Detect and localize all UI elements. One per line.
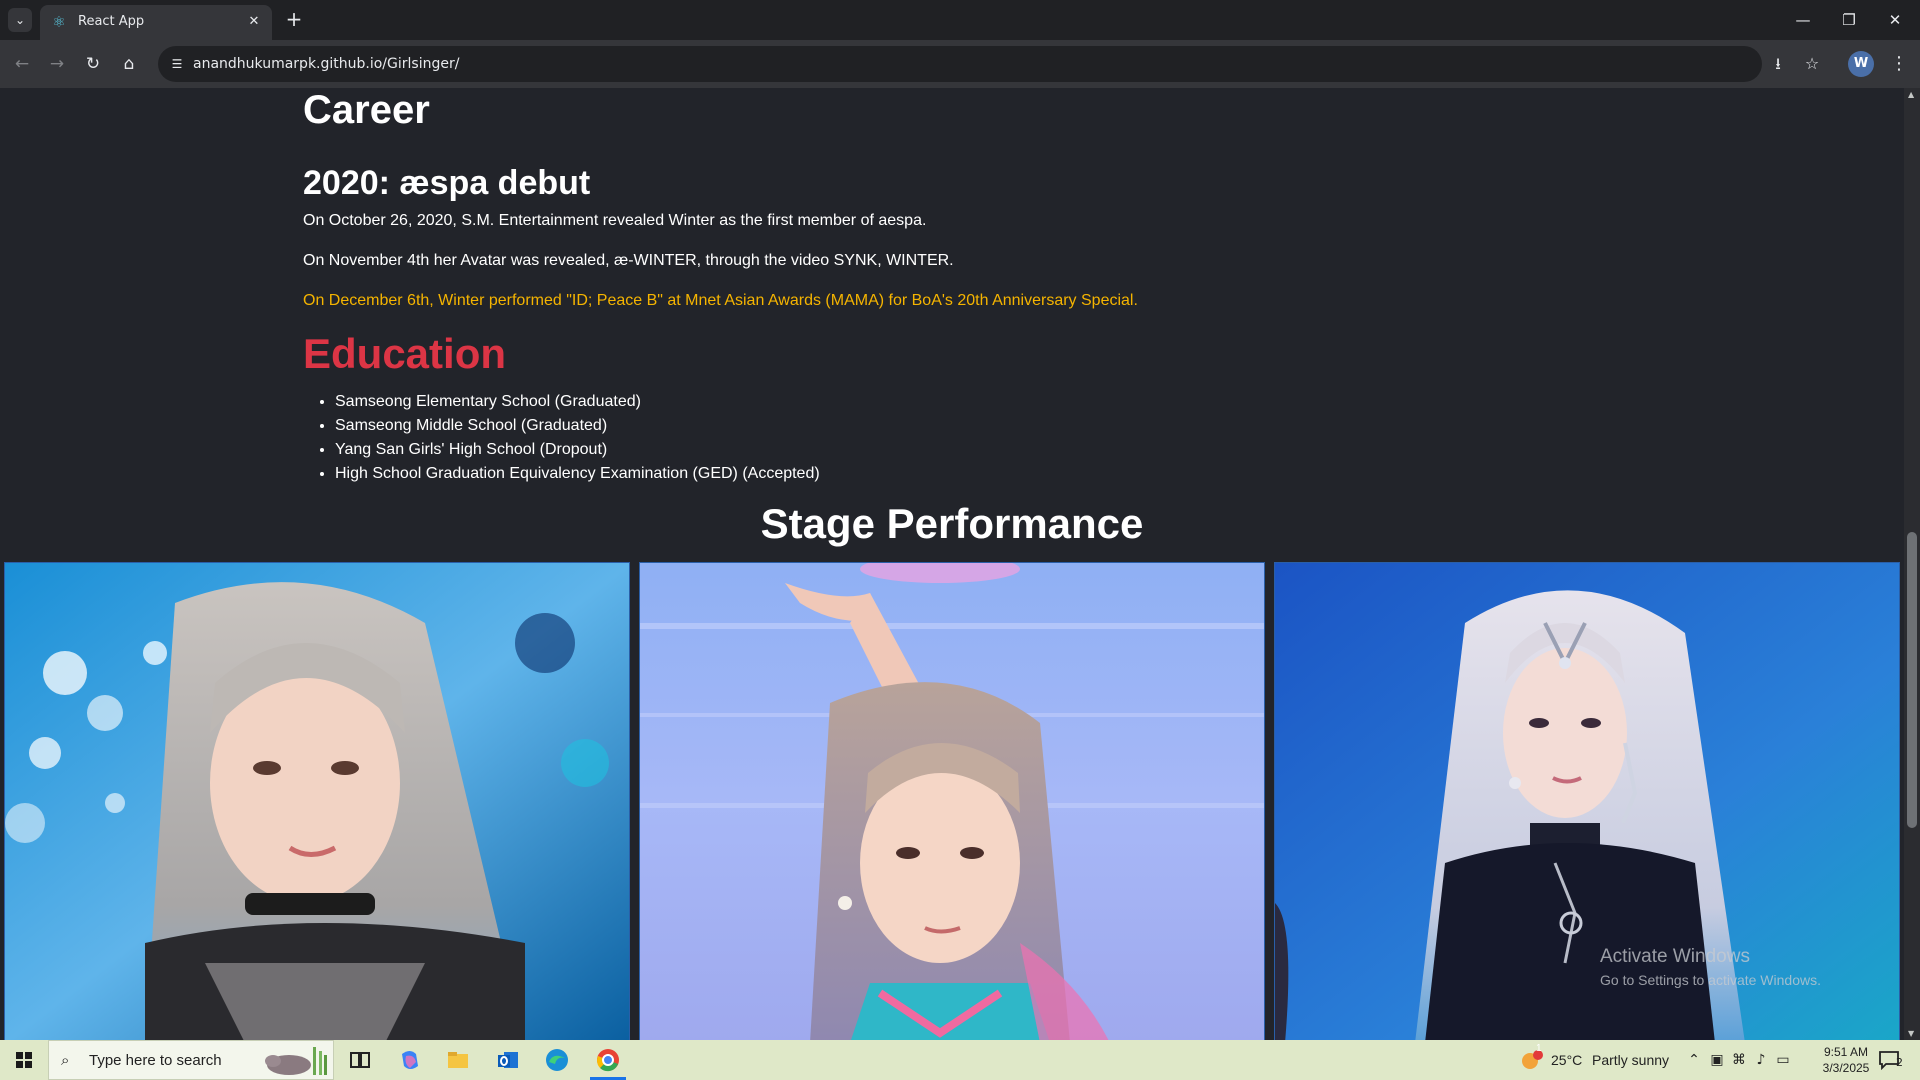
display-icon[interactable]: ▭ [1773,1050,1793,1070]
tab-react-app[interactable]: ⚛ React App ✕ [40,5,272,40]
address-bar[interactable]: ☰ anandhukumarpk.github.io/Girlsinger/ ⭳ [158,46,1781,82]
meet-now-icon[interactable]: ▣ [1707,1050,1727,1070]
taskbar-search-placeholder: Type here to search [89,1052,222,1069]
volume-icon[interactable]: ♪ [1751,1050,1771,1070]
scroll-up-arrow-icon[interactable]: ▲ [1908,90,1914,99]
career-paragraph-3: On December 6th, Winter performed "ID; P… [303,292,1138,309]
page-scrollbar[interactable]: ▲ ▼ [1904,88,1920,1040]
activate-windows-title: Activate Windows [1600,946,1750,967]
activate-windows-subtitle: Go to Settings to activate Windows. [1600,972,1821,988]
search-highlight-hippo-icon [265,1047,327,1075]
scroll-down-arrow-icon[interactable]: ▼ [1908,1029,1914,1038]
show-hidden-icons-icon[interactable]: ⌃ [1684,1050,1704,1070]
site-info-icon[interactable]: ☰ [168,55,186,73]
scroll-thumb[interactable] [1907,532,1917,828]
tab-search-button[interactable]: ⌄ [8,8,32,32]
tab-strip: ⌄ ⚛ React App ✕ + — ❐ ✕ [0,0,1920,40]
file-explorer-icon[interactable] [444,1046,472,1074]
bookmark-star-icon[interactable]: ☆ [1802,54,1822,74]
stage-photo-1-image [5,563,629,1040]
taskbar-search-box[interactable]: ⌕ Type here to search [48,1040,334,1080]
stage-photo-2-image [640,563,1264,1040]
stage-performance-heading: Stage Performance [760,500,1144,547]
forward-button[interactable]: → [45,52,69,76]
weather-badge: 1 [1536,1043,1542,1054]
chrome-icon[interactable] [594,1046,622,1074]
close-tab-icon[interactable]: ✕ [244,12,264,32]
url-text[interactable]: anandhukumarpk.github.io/Girlsinger/ [193,56,459,72]
tab-title: React App [78,14,145,29]
react-logo-icon: ⚛ [52,13,66,31]
debut-heading: 2020: æspa debut [303,164,591,202]
career-heading: Career [303,88,430,132]
start-button[interactable] [0,1040,48,1080]
career-paragraph-2: On November 4th her Avatar was revealed,… [303,252,954,269]
task-view-icon[interactable] [346,1046,374,1074]
weather-description[interactable]: Partly sunny [1592,1052,1669,1068]
stage-photo-2[interactable] [639,562,1265,1040]
education-item: High School Graduation Equivalency Exami… [335,462,820,486]
copilot-icon[interactable] [396,1046,424,1074]
education-item: Samseong Middle School (Graduated) [335,414,820,438]
new-tab-button[interactable]: + [282,8,306,32]
education-item: Samseong Elementary School (Graduated) [335,390,820,414]
notification-center-button[interactable]: 2 [1872,1048,1912,1072]
page-viewport: Career 2020: æspa debut On October 26, 2… [0,88,1904,1040]
notification-count: 2 [1896,1056,1903,1069]
education-list: Samseong Elementary School (Graduated) S… [335,390,820,486]
install-app-icon[interactable]: ⭳ [1768,54,1788,74]
education-item: Yang San Girls' High School (Dropout) [335,438,820,462]
chrome-menu-icon[interactable]: ⋮ [1887,52,1911,76]
career-paragraph-1: On October 26, 2020, S.M. Entertainment … [303,212,927,229]
restore-button[interactable]: ❐ [1826,0,1872,40]
education-heading: Education [303,330,507,377]
windows-taskbar: ⌕ Type here to search 1 25°C Partly sunn… [0,1040,1920,1080]
edge-icon[interactable] [543,1046,571,1074]
activate-windows-watermark: Activate Windows Go to Settings to activ… [1600,946,1821,988]
network-icon[interactable]: ⌘ [1729,1050,1749,1070]
browser-toolbar: ← → ↻ ⌂ ☰ anandhukumarpk.github.io/Girls… [0,40,1920,88]
stage-photo-1[interactable] [4,562,630,1040]
reload-button[interactable]: ↻ [81,52,105,76]
profile-avatar[interactable]: W [1848,51,1874,77]
outlook-icon[interactable] [494,1046,522,1074]
home-button[interactable]: ⌂ [117,52,141,76]
minimize-button[interactable]: — [1780,0,1826,40]
windows-logo-icon [16,1052,32,1068]
back-button[interactable]: ← [10,52,34,76]
search-icon: ⌕ [61,1051,70,1069]
weather-temperature[interactable]: 25°C [1551,1052,1582,1068]
close-window-button[interactable]: ✕ [1872,0,1918,40]
